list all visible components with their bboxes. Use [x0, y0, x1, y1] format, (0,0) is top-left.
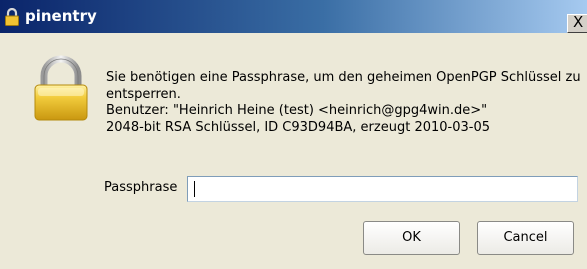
passphrase-input[interactable] — [187, 176, 578, 202]
close-button[interactable]: X — [567, 13, 587, 33]
window-title: pinentry — [25, 7, 97, 25]
prompt-message: Sie benötigen eine Passphrase, um den ge… — [106, 70, 584, 136]
message-line: entsperren. — [106, 86, 181, 102]
close-icon: X — [573, 13, 584, 31]
message-line: 2048-bit RSA Schlüssel, ID C93D94BA, erz… — [106, 119, 490, 135]
lock-icon — [5, 8, 19, 26]
message-line: Benutzer: "Heinrich Heine (test) <heinri… — [106, 103, 488, 118]
padlock-icon — [34, 55, 88, 121]
title-bar[interactable]: pinentry X — [0, 0, 587, 33]
pinentry-dialog: pinentry X Sie benötigen eine Passphrase… — [0, 0, 587, 269]
cancel-button[interactable]: Cancel — [477, 221, 574, 255]
message-line: Sie benötigen eine Passphrase, um den ge… — [106, 70, 581, 85]
passphrase-label: Passphrase — [104, 180, 178, 195]
ok-button[interactable]: OK — [363, 221, 460, 255]
text-caret — [194, 181, 195, 197]
